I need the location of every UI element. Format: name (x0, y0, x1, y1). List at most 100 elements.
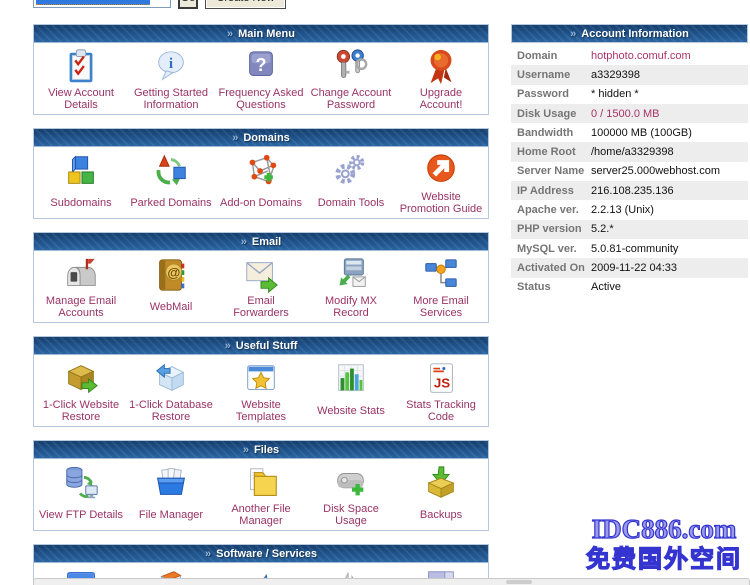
info-bubble-icon: i (152, 48, 190, 86)
menu-item-parked-domains[interactable]: Parked Domains (126, 152, 216, 215)
section-header: »Domains (34, 129, 488, 147)
account-info-rows: Domainhotphoto.comuf.comUsernamea3329398… (511, 46, 748, 297)
info-label: PHP version (511, 223, 591, 235)
menu-item-another-file-manager[interactable]: Another File Manager (216, 464, 306, 527)
info-row-bandwidth: Bandwidth100000 MB (100GB) (511, 123, 748, 142)
webhost-control-panel: Go Create New »Main Menu View Account Det… (0, 0, 750, 585)
menu-item-label: Backups (418, 502, 464, 527)
info-label: IP Address (511, 185, 591, 197)
section-header: »Main Menu (34, 25, 488, 43)
section-title: Domains (243, 132, 289, 144)
menu-item-email-forwarders[interactable]: Email Forwarders (216, 256, 306, 319)
info-label: Home Root (511, 146, 591, 158)
section-useful-stuff: » Useful Stuff 1-Click Website Restore1-Cl… (33, 336, 489, 427)
info-label: Apache ver. (511, 204, 591, 216)
svg-text:JS: JS (434, 376, 450, 391)
mailbox-icon (62, 256, 100, 294)
menu-item-domain-tools[interactable]: Domain Tools (306, 152, 396, 215)
info-row-mysql-ver: MySQL ver.5.0.81-community (511, 239, 748, 258)
services-diagram-icon (422, 256, 460, 294)
chevron: » (227, 28, 233, 40)
menu-item-label: 1-Click Website Restore (36, 398, 126, 423)
section-main-menu: »Main Menu View Account Details i Getting S… (33, 24, 489, 115)
menu-item-stats-tracking-code[interactable]: JS Stats Tracking Code (396, 360, 486, 423)
menu-item-add-on-domains[interactable]: Add-on Domains (216, 152, 306, 215)
info-value: server25.000webhost.com (591, 165, 720, 177)
menu-item-label: WebMail (148, 294, 195, 319)
menu-item-1-click-database-restore[interactable]: 1-Click Database Restore (126, 360, 216, 423)
info-label: Password (511, 88, 591, 100)
menu-item-webmail[interactable]: @WebMail (126, 256, 216, 319)
info-value: * hidden * (591, 88, 639, 100)
section-title: Useful Stuff (236, 340, 298, 352)
info-label: MySQL ver. (511, 243, 591, 255)
horizontal-scrollbar[interactable] (33, 578, 750, 585)
go-button[interactable]: Go (178, 0, 198, 9)
menu-item-disk-space-usage[interactable]: Disk Space Usage (306, 464, 396, 527)
info-value[interactable]: hotphoto.comuf.com (591, 50, 691, 62)
menu-item-label: Disk Space Usage (306, 502, 396, 527)
info-label: Status (511, 281, 591, 293)
section-title: Email (252, 236, 281, 248)
promotion-arrow-icon (422, 152, 460, 190)
info-row-apache-ver: Apache ver.2.2.13 (Unix) (511, 200, 748, 219)
menu-item-modify-mx-record[interactable]: Modify MX Record (306, 256, 396, 319)
selected-text-highlight (36, 0, 150, 5)
menu-item-subdomains[interactable]: Subdomains (36, 152, 126, 215)
info-value: 216.108.235.136 (591, 185, 674, 197)
info-label: Disk Usage (511, 108, 591, 120)
section-body: Manage Email Accounts@WebMailEmail Forwa… (34, 251, 488, 322)
keys-icon (332, 48, 370, 86)
info-value: a3329398 (591, 69, 640, 81)
menu-item-website-templates[interactable]: Website Templates (216, 360, 306, 423)
watermark-line1: IDC886.com (580, 515, 748, 544)
menu-item-frequency-asked-questions[interactable]: ?Frequency Asked Questions (216, 48, 306, 111)
svg-text:i: i (169, 55, 173, 72)
menu-item-label: 1-Click Database Restore (126, 398, 216, 423)
section-body: SubdomainsParked DomainsAdd-on DomainsDo… (34, 147, 488, 218)
menu-item-change-account-password[interactable]: Change Account Password (306, 48, 396, 111)
cubes-icon (62, 152, 100, 190)
info-value: Active (591, 281, 621, 293)
menu-item-more-email-services[interactable]: More Email Services (396, 256, 486, 319)
menu-item-label: Manage Email Accounts (36, 294, 126, 319)
award-ribbon-icon (422, 48, 460, 86)
menu-item-view-account-details[interactable]: View Account Details (36, 48, 126, 111)
menu-item-file-manager[interactable]: File Manager (126, 464, 216, 527)
info-value[interactable]: 0 / 1500.0 MB (591, 108, 660, 120)
section-body: 1-Click Website Restore1-Click Database … (34, 355, 488, 426)
domain-input[interactable] (33, 0, 171, 8)
menu-item-label: Frequency Asked Questions (216, 86, 306, 111)
menu-item-upgrade-account[interactable]: Upgrade Account! (396, 48, 486, 111)
info-label: Activated On (511, 262, 591, 274)
menu-item-label: Getting Started Information (126, 86, 216, 111)
info-row-ip-address: IP Address216.108.235.136 (511, 181, 748, 200)
menu-item-backups[interactable]: Backups (396, 464, 486, 527)
info-value: 2009-11-22 04:33 (591, 262, 677, 274)
clipboard-check-icon (62, 48, 100, 86)
chevron: » (225, 340, 231, 352)
menu-item-label: Upgrade Account! (396, 86, 486, 111)
chevron: » (570, 28, 576, 40)
question-mark-icon: ? (242, 48, 280, 86)
info-row-disk-usage: Disk Usage0 / 1500.0 MB (511, 104, 748, 123)
menu-item-view-ftp-details[interactable]: View FTP Details (36, 464, 126, 527)
info-row-status: StatusActive (511, 278, 748, 297)
section-domains: »DomainsSubdomainsParked DomainsAdd-on D… (33, 128, 489, 219)
create-new-button[interactable]: Create New (205, 0, 286, 9)
menu-item-website-promotion-guide[interactable]: Website Promotion Guide (396, 152, 486, 215)
menu-item-getting-started-information[interactable]: i Getting Started Information (126, 48, 216, 111)
section-header: »Email (34, 233, 488, 251)
gears-icon (332, 152, 370, 190)
account-info-title: Account Information (581, 28, 689, 40)
info-label: Bandwidth (511, 127, 591, 139)
address-book-icon: @ (152, 256, 190, 294)
scrollbar-thumb[interactable] (506, 580, 532, 584)
menu-item-label: Website Templates (216, 398, 306, 423)
folder-icon (242, 464, 280, 502)
menu-item-label: Stats Tracking Code (396, 398, 486, 423)
menu-item-website-stats[interactable]: Website Stats (306, 360, 396, 423)
menu-item-manage-email-accounts[interactable]: Manage Email Accounts (36, 256, 126, 319)
menu-item-1-click-website-restore[interactable]: 1-Click Website Restore (36, 360, 126, 423)
info-value: /home/a3329398 (591, 146, 674, 158)
